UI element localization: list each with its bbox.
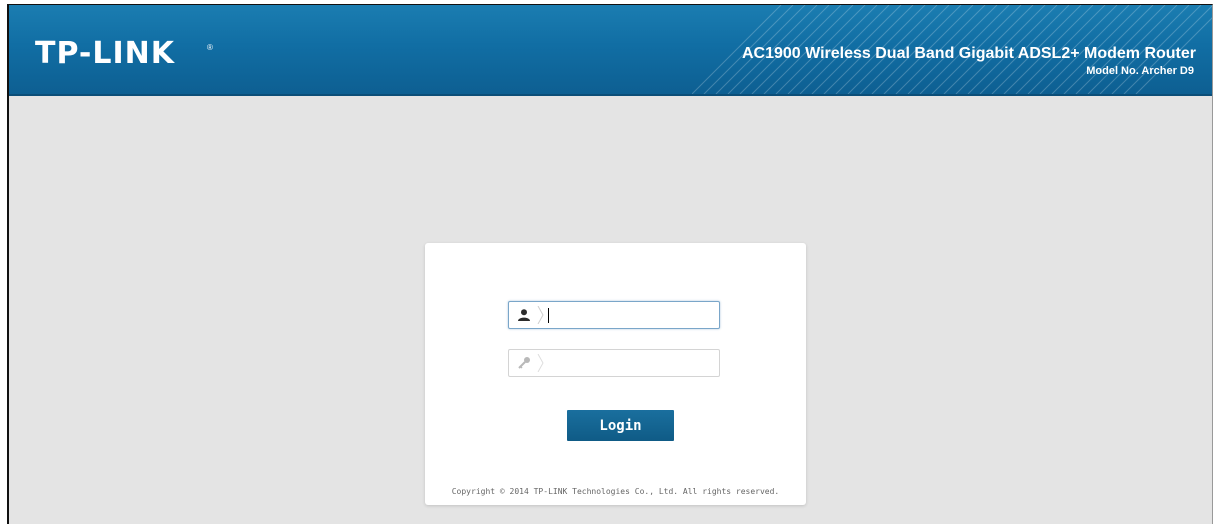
key-icon — [509, 350, 539, 376]
user-icon — [509, 302, 539, 328]
product-title: AC1900 Wireless Dual Band Gigabit ADSL2+… — [741, 45, 1196, 62]
login-button[interactable]: Login — [567, 410, 674, 441]
field-separator — [537, 306, 544, 324]
login-panel: Login Copyright © 2014 TP-LINK Technolog… — [425, 243, 806, 505]
registered-mark: ® — [207, 43, 213, 52]
browser-content-frame: TP-LINK ® AC1900 Wireless Dual Band Giga… — [7, 4, 1213, 524]
username-input[interactable] — [546, 303, 716, 327]
username-field[interactable] — [508, 301, 720, 329]
password-field[interactable] — [508, 349, 720, 377]
password-input[interactable] — [546, 351, 716, 375]
model-number: Model No. Archer D9 — [1086, 65, 1194, 77]
field-separator — [537, 354, 544, 372]
text-cursor — [548, 308, 549, 323]
copyright-text: Copyright © 2014 TP-LINK Technologies Co… — [451, 487, 780, 496]
tp-link-logo: TP-LINK — [35, 36, 176, 71]
header-banner: TP-LINK ® AC1900 Wireless Dual Band Giga… — [9, 5, 1212, 96]
